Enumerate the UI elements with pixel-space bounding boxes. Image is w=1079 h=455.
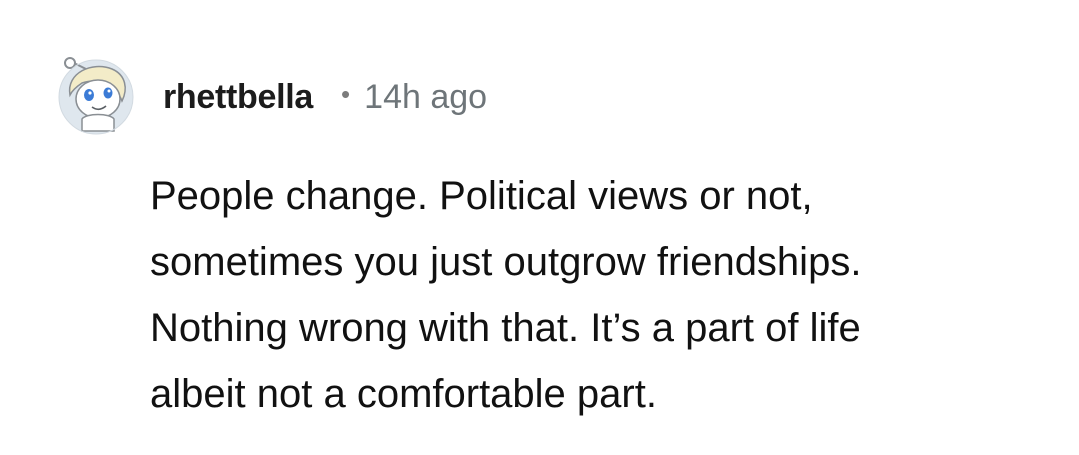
- avatar-icon[interactable]: [56, 55, 136, 135]
- comment-body-line: Nothing wrong with that. It’s a part of …: [150, 306, 861, 350]
- comment-body-line: sometimes you just outgrow friendships.: [150, 240, 862, 284]
- comment-body: People change. Political views or not, s…: [150, 163, 1050, 427]
- separator-dot: •: [341, 78, 351, 109]
- comment-body-line: People change. Political views or not,: [150, 174, 813, 218]
- username-link[interactable]: rhettbella: [163, 78, 313, 117]
- comment-body-line: albeit not a comfortable part.: [150, 372, 657, 416]
- timestamp[interactable]: 14h ago: [364, 78, 487, 117]
- comment-header: rhettbella • 14h ago: [163, 74, 487, 120]
- comment: rhettbella • 14h ago People change. Poli…: [0, 0, 1079, 455]
